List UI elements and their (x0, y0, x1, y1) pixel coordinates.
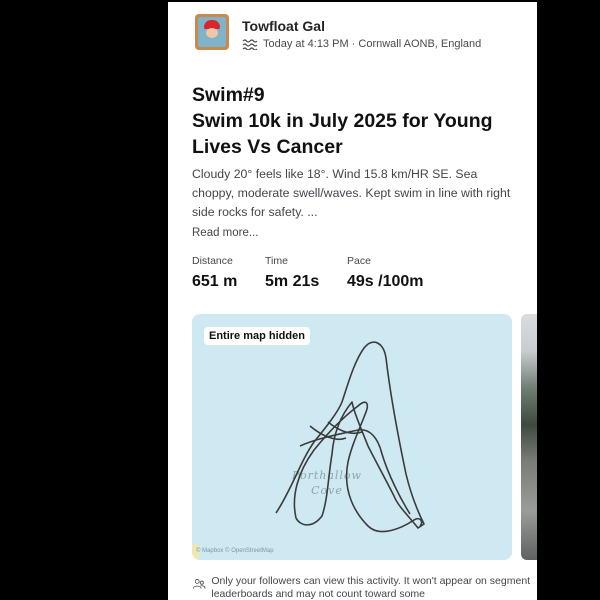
stat-label: Pace (347, 255, 371, 267)
stat-value: 5m 21s (265, 273, 320, 290)
read-more-link[interactable]: Read more... (192, 227, 258, 239)
activity-meta: Today at 4:13 PM · Cornwall AONB, Englan… (242, 38, 481, 50)
stat-pace: Pace 49s /100m (347, 255, 424, 291)
activity-card: Towfloat Gal Today at 4:13 PM · Cornwall… (168, 2, 537, 600)
activity-description: Cloudy 20° feels like 18°. Wind 15.8 km/… (192, 167, 511, 219)
map-attribution: © Mapbox © OpenStreetMap (196, 548, 274, 554)
stat-time: Time 5m 21s (265, 255, 319, 291)
stat-value: 49s /100m (347, 273, 424, 290)
title-line: Swim 10k in July 2025 for Young (192, 110, 493, 132)
route-map[interactable]: Porthallow Cove Entire map hidden © Mapb… (192, 314, 512, 560)
water-waves-icon (242, 39, 258, 50)
stat-distance: Distance 651 m (192, 255, 237, 291)
swim-route (275, 341, 425, 533)
activity-time-location: Today at 4:13 PM · Cornwall AONB, Englan… (263, 38, 482, 50)
title-line: Swim#9 (192, 84, 265, 106)
stat-label: Time (265, 255, 288, 267)
privacy-text: Only your followers can view this activi… (211, 575, 531, 600)
activity-title[interactable]: Swim#9 Swim 10k in July 2025 for Young L… (192, 82, 522, 160)
followers-icon (192, 579, 206, 589)
stat-label: Distance (192, 255, 233, 267)
privacy-notice: Only your followers can view this activi… (192, 575, 532, 600)
map-hidden-badge: Entire map hidden (204, 327, 310, 345)
avatar-face (206, 28, 218, 38)
photo-thumbnail[interactable] (521, 314, 537, 560)
title-line: Lives Vs Cancer (192, 136, 343, 158)
athlete-name[interactable]: Towfloat Gal (242, 18, 325, 34)
stat-value: 651 m (192, 273, 238, 290)
avatar[interactable] (195, 14, 229, 50)
